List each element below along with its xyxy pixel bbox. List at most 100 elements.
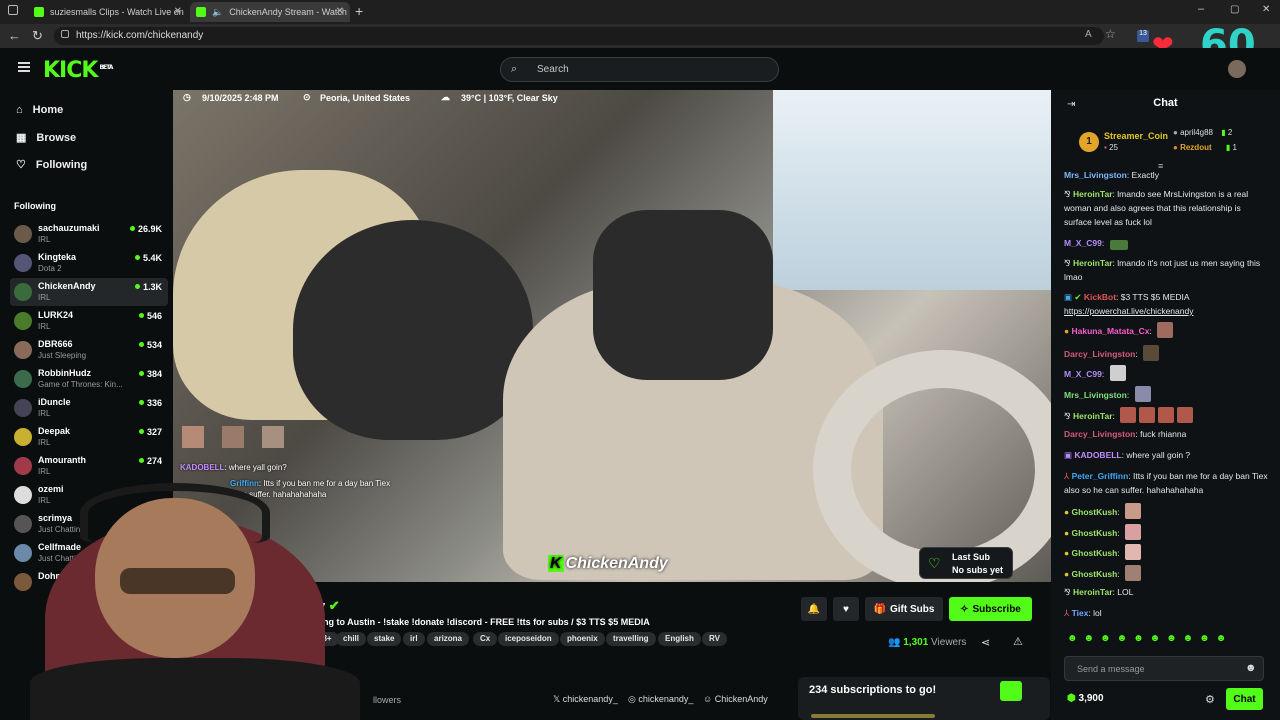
channel-name: DBR666 <box>38 339 73 349</box>
channel-points[interactable]: ⬢ 3,900 <box>1067 693 1104 704</box>
read-aloud-icon[interactable]: A <box>1085 29 1092 40</box>
chat-username[interactable]: GhostKush <box>1072 507 1118 517</box>
social-instagram-link[interactable]: ◎ chickenandy_ <box>628 694 693 705</box>
leaderboard-entry[interactable]: ● april4g88 ▮ 2 <box>1173 128 1232 137</box>
tag-pill[interactable]: RV <box>702 632 727 646</box>
channel-category: IRL <box>38 322 51 331</box>
emote-bar[interactable]: ☻☻☻☻☻☻☻☻☻☻ <box>1067 633 1267 647</box>
tab-title: suziesmalls Clips - Watch Live on <box>50 7 184 17</box>
chat-message: M_X_C99: <box>1064 365 1269 381</box>
chat-username[interactable]: HeroinTar <box>1073 258 1113 268</box>
following-item[interactable]: ChickenAndy IRL 1.3K <box>10 278 168 306</box>
follow-button[interactable]: ♥ <box>833 597 859 621</box>
chat-username[interactable]: GhostKush <box>1072 548 1118 558</box>
user-avatar[interactable] <box>1228 60 1246 78</box>
minimize-icon[interactable]: – <box>1198 3 1204 15</box>
chat-message-input[interactable]: Send a message ☻ <box>1064 656 1264 681</box>
chat-username[interactable]: GhostKush <box>1072 528 1118 538</box>
chat-username[interactable]: Peter_Griffinn <box>1072 471 1129 481</box>
following-item[interactable]: Kingteka Dota 2 5.4K <box>10 249 168 277</box>
chat-username[interactable]: KickBot <box>1084 292 1116 302</box>
tag-pill[interactable]: English <box>658 632 701 646</box>
chat-username[interactable]: M_X_C99 <box>1064 238 1102 248</box>
badge-icon: ● <box>1173 143 1178 152</box>
social-discord-link[interactable]: ☺ ChickenAndy <box>703 694 768 704</box>
gift-subs-button[interactable]: 🎁 Gift Subs <box>865 597 943 621</box>
tag-pill[interactable]: Cx <box>473 632 498 646</box>
leaderboard-entry[interactable]: ● Rezdout ▮ 1 <box>1173 143 1237 152</box>
following-item[interactable]: iDuncle IRL 336 <box>10 394 168 422</box>
tag-pill[interactable]: iceposeidon <box>498 632 559 646</box>
browser-tab-1[interactable]: suziesmalls Clips - Watch Live on ✕ <box>28 2 188 22</box>
badge-icon: ● <box>1064 507 1070 517</box>
notification-bell-button[interactable]: 🔔 <box>801 597 827 621</box>
chat-username[interactable]: HeroinTar <box>1073 411 1113 421</box>
back-icon[interactable]: ← <box>8 28 21 43</box>
subscribe-button[interactable]: ✧ Subscribe <box>949 597 1032 621</box>
chat-username[interactable]: HeroinTar <box>1073 189 1113 199</box>
menu-icon[interactable] <box>18 62 30 72</box>
close-window-icon[interactable]: ✕ <box>1262 4 1270 15</box>
chat-username[interactable]: M_X_C99 <box>1064 369 1102 379</box>
tag-pill[interactable]: phoenix <box>560 632 605 646</box>
chat-username[interactable]: Darcy_Livingston <box>1064 429 1135 439</box>
emoji-icon[interactable]: ☻ <box>1245 662 1257 674</box>
chat-username[interactable]: HeroinTar <box>1073 587 1113 597</box>
chat-username[interactable]: Mrs_Livingston <box>1064 390 1127 400</box>
beta-badge: BETA <box>99 63 113 71</box>
url-field[interactable]: https://kick.com/chickenandy <box>54 27 1104 45</box>
chat-settings-icon[interactable]: ⚙ <box>1205 693 1215 706</box>
chat-link[interactable]: https://powerchat.live/chickenandy <box>1064 304 1269 318</box>
badge-icon: ● <box>1064 326 1070 336</box>
nav-home[interactable]: ⌂ Home <box>16 104 63 116</box>
new-tab-icon[interactable]: + <box>355 3 363 19</box>
emote <box>1109 365 1126 381</box>
viewer-count: 546 <box>139 311 162 321</box>
social-x-link[interactable]: 𝕏 chickenandy_ <box>553 694 618 705</box>
avatar <box>14 283 32 301</box>
badge-icon: ● <box>1064 548 1070 558</box>
tag-pill[interactable]: irl <box>403 632 425 646</box>
tag-pill[interactable]: travelling <box>606 632 656 646</box>
avatar <box>14 428 32 446</box>
sidebar-toggle-icon[interactable] <box>8 5 18 15</box>
share-icon[interactable]: ⋖ <box>981 636 990 649</box>
nav-browse[interactable]: ▦ Browse <box>16 131 76 145</box>
chat-input-placeholder: Send a message <box>1077 664 1145 674</box>
speaker-icon[interactable]: 🔈 <box>212 7 223 18</box>
tag-pill[interactable]: arizona <box>427 632 470 646</box>
following-item[interactable]: LURK24 IRL 546 <box>10 307 168 335</box>
chat-username[interactable]: Darcy_Livingston <box>1064 349 1135 359</box>
chat-message: ⅋ HeroinTar: LOL <box>1064 587 1134 597</box>
chat-message: ▣ KADOBELL: where yall goin ? <box>1064 450 1191 460</box>
maximize-icon[interactable]: ▢ <box>1230 4 1239 15</box>
following-item[interactable]: RobbinHudz Game of Thrones: Kin... 384 <box>10 365 168 393</box>
points-icon: ⬢ <box>1067 693 1076 704</box>
report-icon[interactable]: ⚠ <box>1013 635 1023 648</box>
send-chat-button[interactable]: Chat <box>1226 688 1263 710</box>
chat-text: fuck rhianna <box>1140 429 1187 439</box>
following-item[interactable]: sachauzumaki IRL 26.9K <box>10 220 168 248</box>
reload-icon[interactable]: ↻ <box>32 28 43 44</box>
extension-badge[interactable]: 13 <box>1137 30 1149 42</box>
favorite-star-icon[interactable]: ☆ <box>1105 27 1116 41</box>
following-item[interactable]: Deepak IRL 327 <box>10 423 168 451</box>
close-tab-icon[interactable]: ✕ <box>174 6 182 17</box>
chat-message: ⅋ HeroinTar: <box>1064 407 1269 423</box>
chat-username[interactable]: Hakuna_Matata_Cx <box>1072 326 1150 336</box>
kick-logo[interactable]: KICK BETA <box>43 58 113 83</box>
leaderboard-name[interactable]: Streamer_Coin <box>1104 131 1168 141</box>
heart-icon: ♥ <box>843 603 849 615</box>
browser-tab-2[interactable]: 🔈 ChickenAndy Stream - Watch ✕ <box>190 2 350 22</box>
following-heading: Following <box>14 201 56 211</box>
nav-following[interactable]: ♡ Following <box>16 158 87 172</box>
chat-username[interactable]: Mrs_Livingston <box>1064 170 1127 180</box>
chat-username[interactable]: Tiex <box>1072 608 1089 618</box>
goal-action-button[interactable] <box>1000 681 1022 701</box>
search-input[interactable]: ⌕ Search <box>500 57 779 82</box>
close-tab-icon[interactable]: ✕ <box>336 6 344 17</box>
following-item[interactable]: DBR666 Just Sleeping 534 <box>10 336 168 364</box>
chat-username[interactable]: GhostKush <box>1072 569 1118 579</box>
chat-username[interactable]: KADOBELL <box>1074 450 1121 460</box>
streamer-shirt <box>30 658 360 720</box>
